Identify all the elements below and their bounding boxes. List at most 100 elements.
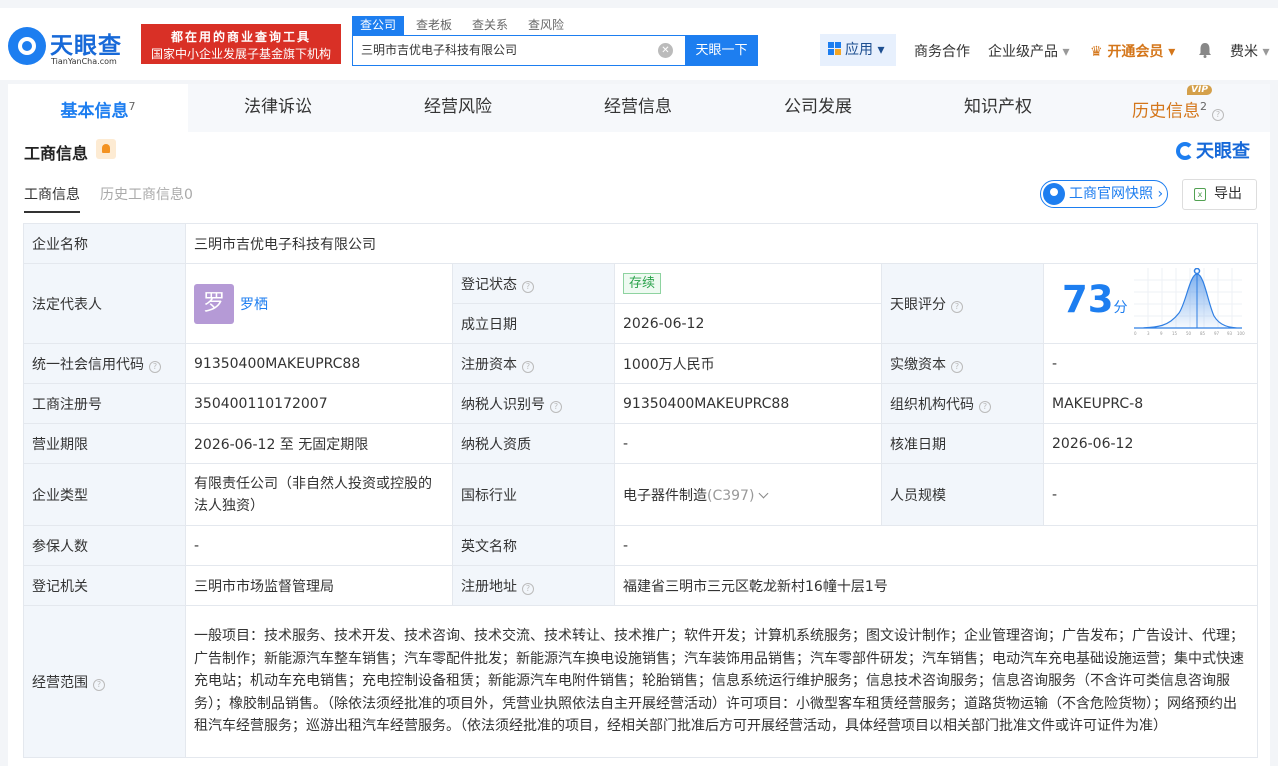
score-display: 73分 [1062,278,1128,321]
label-text: 注册地址 [461,578,517,595]
search-tab-risk[interactable]: 查风险 [520,16,572,35]
monitor-bell-icon[interactable] [96,139,116,159]
user-menu[interactable]: 费米 ▾ [1230,41,1269,61]
taxpayer-qual-value: - [614,423,882,464]
authority-label: 登记机关 [23,565,186,606]
tab-risk[interactable]: 经营风险 [368,84,548,132]
logo-name: 天眼查 [50,33,122,59]
reg-capital-label: 注册资本? [452,343,615,384]
score-tick: 15 [1172,331,1178,336]
crown-icon: ♛ [1090,44,1103,60]
nav-open-vip[interactable]: ♛ 开通会员 ▾ [1090,41,1175,61]
tab-business-info[interactable]: 经营信息 [548,84,728,132]
notification-bell-icon[interactable] [1198,42,1212,58]
nav-enterprise-label: 企业级产品 [988,44,1058,60]
tab-basic-info[interactable]: 基本信息7 [8,84,188,132]
tab-label: 经营信息 [604,97,672,117]
table-row: 统一社会信用代码? 91350400MAKEUPRC88 注册资本? 1000万… [23,343,1259,384]
tab-development[interactable]: 公司发展 [728,84,908,132]
approve-date-label: 核准日期 [881,423,1044,464]
nav-enterprise-products[interactable]: 企业级产品 ▾ [988,41,1069,61]
nav-business-cooperation[interactable]: 商务合作 [914,41,970,61]
table-row: 法定代表人 罗罗栖 登记状态? 存续 天眼评分? 73分 0 3 9 15 50 8 [23,263,1259,344]
legal-rep-cell: 罗罗栖 [185,263,453,344]
address-value: 福建省三明市三元区乾龙新村16幢十层1号 [613,565,1259,606]
table-row: 经营范围? 一般项目：技术服务、技术开发、技术咨询、技术交流、技术转让、技术推广… [23,605,1259,758]
company-name-label: 企业名称 [23,223,186,264]
tab-history[interactable]: 历史信息2? [1088,84,1268,132]
search-input[interactable] [361,42,651,56]
tianyancha-logo[interactable]: 天眼查 TianYanCha.com [8,26,134,70]
help-icon[interactable]: ? [149,360,161,373]
chevron-down-icon [758,488,769,498]
legal-rep-label: 法定代表人 [23,263,186,344]
english-name-label: 英文名称 [452,525,615,566]
score-tick: 0 [1134,331,1137,336]
score-unit: 分 [1113,300,1128,316]
search-tab-company[interactable]: 查公司 [352,16,405,35]
banner-line-1: 都在用的商业查询工具 [170,30,311,44]
score-tick: 97 [1214,331,1220,336]
search-box: ✕ [352,35,686,66]
tab-legal[interactable]: 法律诉讼 [188,84,368,132]
company-type-label: 企业类型 [23,463,186,526]
export-button[interactable]: x 导出 [1182,179,1257,210]
company-type-value: 有限责任公司（非自然人投资或控股的法人独资） [185,463,453,526]
scope-label: 经营范围? [23,605,186,758]
score-label: 天眼评分? [881,263,1044,344]
brand-text: 天眼查 [1196,141,1250,162]
help-icon[interactable]: ? [93,678,105,691]
taxpayer-id-value: 91350400MAKEUPRC88 [614,383,882,424]
paid-capital-label: 实缴资本? [881,343,1044,384]
help-icon[interactable]: ? [522,582,534,595]
user-icon [1043,183,1065,205]
legal-rep-link[interactable]: 罗栖 [240,297,268,313]
subtab-business-info[interactable]: 工商信息 [24,184,80,213]
authority-value: 三明市市场监督管理局 [185,565,453,606]
paid-capital-value: - [1042,343,1259,384]
main-tabs: 基本信息7 法律诉讼 经营风险 经营信息 公司发展 知识产权 历史信息2? [8,84,1270,132]
approve-date-value: 2026-06-12 [1042,423,1259,464]
score-cell[interactable]: 73分 0 3 9 15 50 85 97 93 100 [1042,263,1259,344]
staff-label: 人员规模 [881,463,1044,526]
label-text: 组织机构代码 [890,396,974,413]
tab-ip[interactable]: 知识产权 [908,84,1088,132]
subtab-history-business-info[interactable]: 历史工商信息0 [100,184,193,204]
tab-label: 知识产权 [964,97,1032,117]
help-icon[interactable]: ? [951,360,963,373]
help-icon[interactable]: ? [979,400,991,413]
tab-count: 7 [128,100,136,113]
chevron-down-icon: ▾ [1262,44,1270,60]
clear-search-icon[interactable]: ✕ [658,43,673,58]
help-icon[interactable]: ? [522,360,534,373]
taxpayer-qual-label: 纳税人资质 [452,423,615,464]
vip-badge: VIP [1187,85,1212,95]
label-text: 实缴资本 [890,356,946,373]
industry-cell[interactable]: 电子器件制造(C397) [614,463,882,526]
official-snapshot-button[interactable]: 工商官网快照 › [1040,180,1168,208]
score-tick: 9 [1160,331,1163,336]
tab-label: 公司发展 [784,97,852,117]
reg-status-cell: 存续 [614,263,882,304]
apps-menu-button[interactable]: 应用 ▾ [820,34,896,66]
apps-grid-icon [828,42,841,55]
industry-code: (C397) [707,487,755,504]
credit-code-label: 统一社会信用代码? [23,343,186,384]
avatar[interactable]: 罗 [194,283,234,324]
help-icon[interactable]: ? [550,400,562,413]
term-value: 2026-06-12 至 无固定期限 [185,423,453,464]
tab-label: 法律诉讼 [244,97,312,117]
help-icon[interactable]: ? [951,300,963,313]
search-tab-boss[interactable]: 查老板 [408,16,460,35]
label-text: 经营范围 [32,674,88,691]
search-button[interactable]: 天眼一下 [685,35,758,66]
taxpayer-id-label: 纳税人识别号? [452,383,615,424]
search-tab-relation[interactable]: 查关系 [464,16,516,35]
help-icon[interactable]: ? [522,280,534,293]
insured-label: 参保人数 [23,525,186,566]
reg-no-label: 工商注册号 [23,383,186,424]
business-info-table: 企业名称 三明市吉优电子科技有限公司 法定代表人 罗罗栖 登记状态? 存续 天眼… [23,223,1259,758]
promo-banner[interactable]: 都在用的商业查询工具 国家中小企业发展子基金旗下机构 [141,24,341,64]
status-badge: 存续 [623,273,662,294]
table-row: 企业名称 三明市吉优电子科技有限公司 [23,223,1259,264]
